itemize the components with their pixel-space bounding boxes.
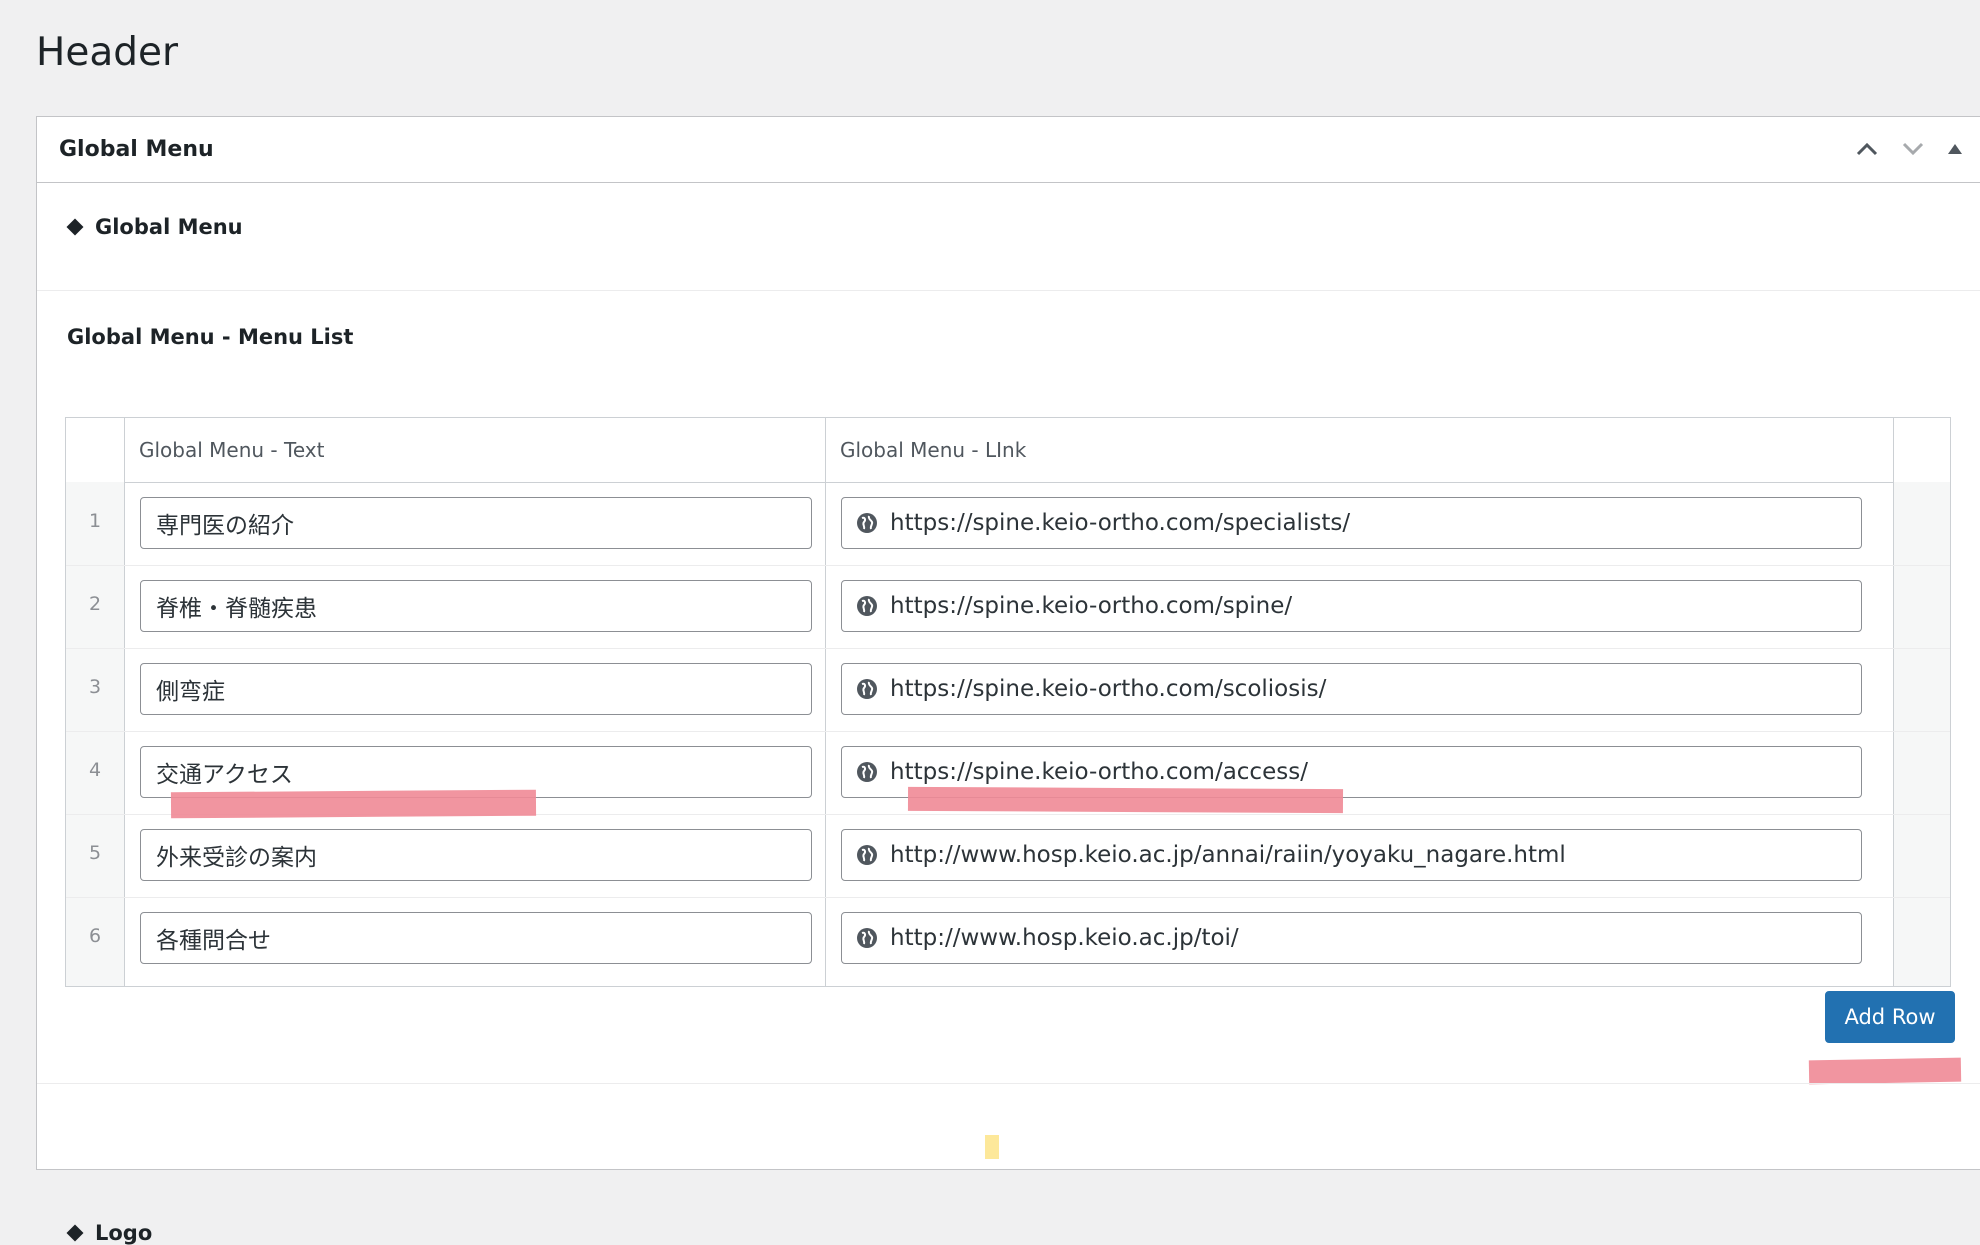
section-heading-global-menu: Global Menu bbox=[66, 215, 243, 239]
section-heading-logo: Logo bbox=[66, 1221, 153, 1245]
section-heading-text: Global Menu bbox=[95, 215, 243, 239]
globe-icon bbox=[857, 762, 877, 782]
menu-link-value: https://spine.keio-ortho.com/access/ bbox=[890, 759, 1308, 785]
highlight-mark bbox=[1808, 1057, 1962, 1085]
menu-text-input[interactable]: 専門医の紹介 bbox=[140, 497, 812, 549]
row-handle[interactable]: 5 bbox=[66, 842, 124, 864]
move-down-button[interactable] bbox=[1893, 131, 1933, 167]
menu-link-input[interactable]: https://spine.keio-ortho.com/scoliosis/ bbox=[841, 663, 1862, 715]
menu-link-value: https://spine.keio-ortho.com/specialists… bbox=[890, 510, 1351, 536]
triangle-up-icon bbox=[1948, 144, 1962, 154]
global-menu-postbox: Global Menu Global Menu Global Menu - Me… bbox=[36, 116, 1980, 1245]
row-handle[interactable]: 2 bbox=[66, 593, 124, 615]
globe-icon bbox=[857, 596, 877, 616]
diamond-icon bbox=[66, 1224, 84, 1242]
menu-link-value: https://spine.keio-ortho.com/scoliosis/ bbox=[890, 676, 1327, 702]
menu-link-value: http://www.hosp.keio.ac.jp/toi/ bbox=[890, 925, 1239, 951]
menu-link-value: https://spine.keio-ortho.com/spine/ bbox=[890, 593, 1293, 619]
row-handle[interactable]: 3 bbox=[66, 676, 124, 698]
page-title: Header bbox=[36, 30, 179, 75]
menu-link-input[interactable]: https://spine.keio-ortho.com/specialists… bbox=[841, 497, 1862, 549]
table-row: 6 各種問合せ http://www.hosp.keio.ac.jp/toi/ bbox=[66, 897, 1950, 980]
table-row: 5 外来受診の案内 http://www.hosp.keio.ac.jp/ann… bbox=[66, 814, 1950, 898]
menu-text-input[interactable]: 側弯症 bbox=[140, 663, 812, 715]
row-handle[interactable]: 6 bbox=[66, 925, 124, 947]
menu-text-input[interactable]: 各種問合せ bbox=[140, 912, 812, 964]
globe-icon bbox=[857, 679, 877, 699]
globe-icon bbox=[857, 845, 877, 865]
menu-text-input[interactable]: 外来受診の案内 bbox=[140, 829, 812, 881]
repeater-table: Global Menu - Text Global Menu - LInk 1 … bbox=[65, 417, 1951, 987]
globe-icon bbox=[857, 513, 877, 533]
menu-text-input[interactable]: 脊椎・脊髄疾患 bbox=[140, 580, 812, 632]
menu-link-input[interactable]: http://www.hosp.keio.ac.jp/annai/raiin/y… bbox=[841, 829, 1862, 881]
add-row-button[interactable]: Add Row bbox=[1825, 991, 1955, 1043]
menu-link-input[interactable]: https://spine.keio-ortho.com/spine/ bbox=[841, 580, 1862, 632]
section-heading-text: Logo bbox=[95, 1221, 153, 1245]
divider bbox=[37, 1083, 1980, 1084]
chevron-up-icon bbox=[1856, 142, 1878, 156]
globe-icon bbox=[857, 928, 877, 948]
table-row: 4 交通アクセス https://spine.keio-ortho.com/ac… bbox=[66, 731, 1950, 819]
row-handle[interactable]: 1 bbox=[66, 510, 124, 532]
divider bbox=[37, 290, 1980, 291]
table-row: 1 専門医の紹介 https://spine.keio-ortho.com/sp… bbox=[66, 482, 1950, 566]
menu-link-input[interactable]: http://www.hosp.keio.ac.jp/toi/ bbox=[841, 912, 1862, 964]
postbox-title: Global Menu bbox=[59, 137, 214, 162]
postbox-header: Global Menu bbox=[37, 117, 1980, 183]
row-handle[interactable]: 4 bbox=[66, 759, 124, 781]
table-row: 3 側弯症 https://spine.keio-ortho.com/scoli… bbox=[66, 648, 1950, 732]
column-header-text: Global Menu - Text bbox=[139, 438, 325, 462]
repeater-label: Global Menu - Menu List bbox=[67, 325, 354, 349]
highlight-mark bbox=[985, 1135, 999, 1159]
chevron-down-icon bbox=[1902, 142, 1924, 156]
table-row: 2 脊椎・脊髄疾患 https://spine.keio-ortho.com/s… bbox=[66, 565, 1950, 649]
menu-link-value: http://www.hosp.keio.ac.jp/annai/raiin/y… bbox=[890, 842, 1566, 868]
toggle-panel-button[interactable] bbox=[1935, 131, 1975, 167]
diamond-icon bbox=[66, 218, 84, 236]
move-up-button[interactable] bbox=[1847, 131, 1887, 167]
table-header: Global Menu - Text Global Menu - LInk bbox=[66, 418, 1950, 483]
column-header-link: Global Menu - LInk bbox=[840, 438, 1027, 462]
highlight-mark bbox=[907, 786, 1344, 814]
